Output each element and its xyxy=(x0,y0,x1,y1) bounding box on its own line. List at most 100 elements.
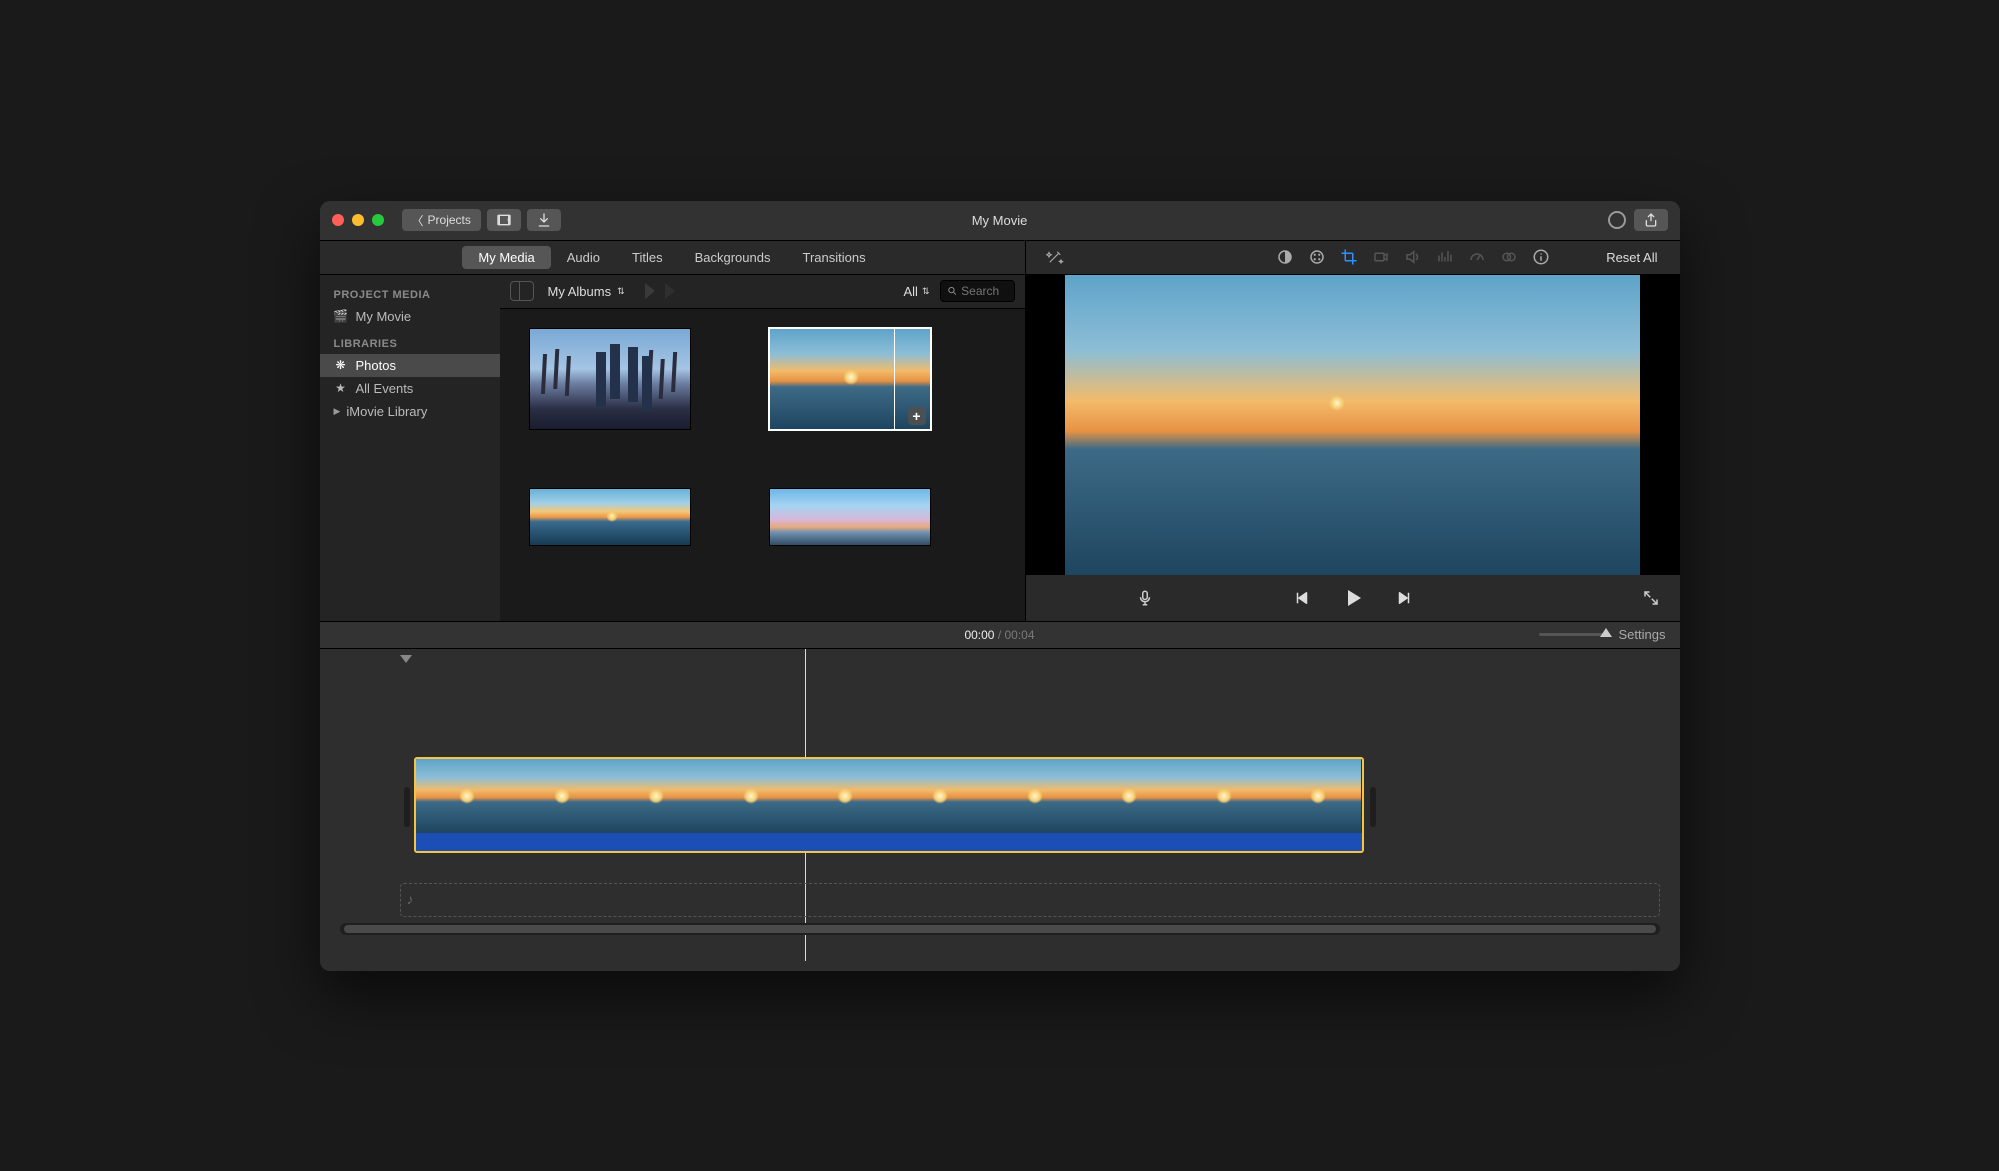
clip-frame xyxy=(1078,759,1173,833)
timecode-display: 00:00 / 00:04 xyxy=(964,628,1034,642)
disclosure-triangle-icon: ▶ xyxy=(334,406,341,417)
filter-label: All xyxy=(904,284,918,299)
clip-frame xyxy=(416,759,511,833)
color-balance-button[interactable] xyxy=(1274,246,1296,268)
speed-button[interactable] xyxy=(1466,246,1488,268)
thumbnail-preview xyxy=(770,489,930,545)
share-icon xyxy=(1643,212,1659,228)
playhead-marker-icon[interactable] xyxy=(400,655,412,663)
sidebar-item-imovie-library[interactable]: ▶ iMovie Library xyxy=(320,400,500,423)
timecode-row: 00:00 / 00:04 Settings xyxy=(320,621,1680,649)
sidebar-item-all-events[interactable]: ★ All Events xyxy=(320,377,500,400)
star-icon: ★ xyxy=(334,381,348,395)
breadcrumb-separator-icon xyxy=(665,283,675,299)
magic-wand-icon xyxy=(1046,248,1064,266)
speedometer-icon xyxy=(1468,248,1486,266)
breadcrumb-label: My Albums xyxy=(548,284,612,299)
tab-titles[interactable]: Titles xyxy=(616,246,679,269)
tab-audio[interactable]: Audio xyxy=(551,246,616,269)
clip-audio-lane[interactable] xyxy=(416,833,1362,851)
music-note-icon: ♪ xyxy=(407,891,414,907)
app-window: 〈 Projects ♪ My Movie My Media Audio xyxy=(320,201,1680,971)
play-icon xyxy=(1341,586,1365,610)
timeline-scrollbar[interactable] xyxy=(340,923,1660,935)
thumbnail-preview xyxy=(530,329,690,429)
play-button[interactable] xyxy=(1341,586,1365,610)
clip-info-button[interactable] xyxy=(1530,246,1552,268)
window-controls xyxy=(332,214,384,226)
volume-button[interactable] xyxy=(1402,246,1424,268)
filmstrip-icon: ♪ xyxy=(496,212,512,228)
sidebar-item-label: My Movie xyxy=(356,309,412,324)
sidebar-item-my-movie[interactable]: 🎬 My Movie xyxy=(320,305,500,328)
thumbnail-skimmer xyxy=(894,329,895,429)
skip-back-icon xyxy=(1293,589,1311,607)
zoom-slider[interactable] xyxy=(1539,633,1609,636)
viewer-panel: Reset All xyxy=(1025,241,1680,621)
sidebar-item-label: iMovie Library xyxy=(346,404,427,419)
transport-controls xyxy=(1026,575,1680,621)
timeline-settings-group: Settings xyxy=(1539,627,1666,642)
fullscreen-button[interactable] xyxy=(1642,589,1660,607)
library-panel: My Media Audio Titles Backgrounds Transi… xyxy=(320,241,1025,621)
expand-icon xyxy=(1642,589,1660,607)
import-download-button[interactable] xyxy=(527,209,561,231)
thumbnail-preview xyxy=(530,489,690,545)
overlap-circles-icon xyxy=(1500,248,1518,266)
search-field-wrap[interactable] xyxy=(940,280,1015,302)
tab-my-media[interactable]: My Media xyxy=(462,246,550,269)
skip-forward-icon xyxy=(1395,589,1413,607)
upper-panel: My Media Audio Titles Backgrounds Transi… xyxy=(320,241,1680,621)
noise-reduction-button[interactable] xyxy=(1434,246,1456,268)
settings-button[interactable]: Settings xyxy=(1619,627,1666,642)
previous-button[interactable] xyxy=(1293,589,1311,607)
timeline[interactable]: ♪ xyxy=(320,649,1680,971)
breadcrumb-button[interactable]: My Albums ⇅ xyxy=(544,284,635,299)
enhance-wand-button[interactable] xyxy=(1044,246,1066,268)
zoom-window-button[interactable] xyxy=(372,214,384,226)
projects-back-button[interactable]: 〈 Projects xyxy=(402,209,481,231)
browser-toolbar: My Albums ⇅ All ⇅ xyxy=(500,275,1025,309)
sidebar: PROJECT MEDIA 🎬 My Movie LIBRARIES ❋ Pho… xyxy=(320,275,500,621)
clip-trim-handle-left[interactable] xyxy=(404,787,410,827)
media-thumbnail[interactable] xyxy=(770,489,930,545)
color-correction-button[interactable] xyxy=(1306,246,1328,268)
sidebar-item-photos[interactable]: ❋ Photos xyxy=(320,354,500,377)
palette-icon xyxy=(1308,248,1326,266)
clip-frame xyxy=(983,759,1078,833)
sidebar-header-project-media: PROJECT MEDIA xyxy=(320,279,500,305)
media-thumbnail-selected[interactable]: + xyxy=(770,329,930,429)
preview-viewer[interactable] xyxy=(1026,275,1680,575)
sidebar-toggle-button[interactable] xyxy=(510,281,534,301)
reset-all-button[interactable]: Reset All xyxy=(1602,250,1661,265)
tab-backgrounds[interactable]: Backgrounds xyxy=(679,246,787,269)
share-button[interactable] xyxy=(1634,209,1668,231)
clip-trim-handle-right[interactable] xyxy=(1370,787,1376,827)
filter-dropdown[interactable]: All ⇅ xyxy=(904,284,930,299)
clip-frame xyxy=(510,759,605,833)
add-to-timeline-badge[interactable]: + xyxy=(908,407,926,425)
minimize-window-button[interactable] xyxy=(352,214,364,226)
media-import-button[interactable]: ♪ xyxy=(487,209,521,231)
clip-filter-button[interactable] xyxy=(1498,246,1520,268)
half-circle-icon xyxy=(1276,248,1294,266)
timeline-clip[interactable] xyxy=(414,757,1364,853)
close-window-button[interactable] xyxy=(332,214,344,226)
crop-button[interactable] xyxy=(1338,246,1360,268)
media-thumbnail[interactable] xyxy=(530,489,690,545)
chevron-left-icon: 〈 xyxy=(412,212,424,229)
search-icon xyxy=(947,284,958,298)
video-track xyxy=(334,757,1666,857)
speaker-icon xyxy=(1404,248,1422,266)
projects-back-label: Projects xyxy=(428,213,471,227)
voiceover-button[interactable] xyxy=(1136,589,1154,607)
crop-icon xyxy=(1340,248,1358,266)
stabilization-button[interactable] xyxy=(1370,246,1392,268)
activity-indicator[interactable] xyxy=(1608,211,1626,229)
background-audio-track[interactable]: ♪ xyxy=(400,883,1660,917)
tab-transitions[interactable]: Transitions xyxy=(786,246,881,269)
media-thumbnail[interactable] xyxy=(530,329,690,429)
toolbar-right-group xyxy=(1608,209,1668,231)
search-input[interactable] xyxy=(961,284,1007,298)
next-button[interactable] xyxy=(1395,589,1413,607)
